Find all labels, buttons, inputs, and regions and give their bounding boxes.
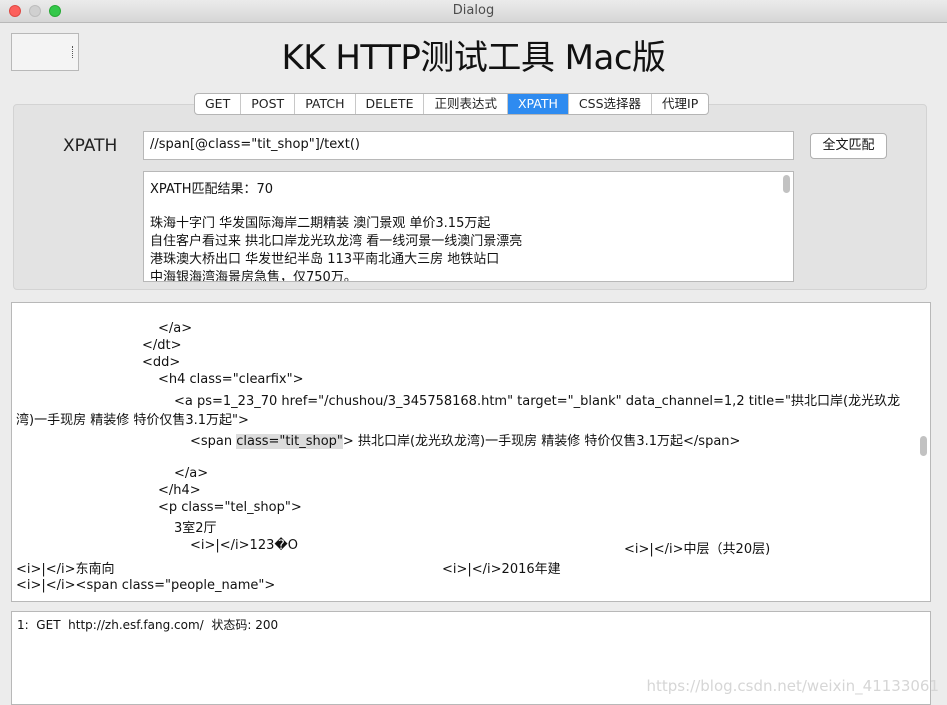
result-line: 珠海十字门 华发国际海岸二期精装 澳门景观 单价3.15万起 bbox=[150, 216, 491, 231]
code-line: <span class="tit_shop"> 拱北口岸(龙光玖龙湾)一手现房 … bbox=[190, 430, 740, 449]
xpath-label: XPATH bbox=[63, 136, 118, 156]
full-text-match-button[interactable]: 全文匹配 bbox=[810, 133, 887, 159]
code-line: <i>|</i>东南向 bbox=[16, 562, 115, 577]
tab-post[interactable]: POST bbox=[241, 94, 296, 114]
code-line: </h4> bbox=[158, 483, 201, 498]
code-line: <i>|</i>中层（共20层) bbox=[624, 542, 771, 557]
code-line: <i>|</i><span class="people_name"> bbox=[16, 578, 276, 593]
title-bar: Dialog bbox=[0, 0, 947, 23]
html-source-textarea[interactable]: </a> </dt> <dd> <h4 class="clearfix"> <a… bbox=[11, 302, 931, 602]
code-line: <i>|</i>123�O bbox=[190, 538, 298, 553]
code-line: <a ps=1_23_70 href="/chushou/3_345758168… bbox=[174, 394, 901, 409]
code-line: <h4 class="clearfix"> bbox=[158, 372, 304, 387]
code-line: </a> bbox=[174, 466, 209, 481]
code-line: 湾)一手现房 精装修 特价仅售3.1万起"> bbox=[16, 413, 249, 428]
highlighted-match: class="tit_shop" bbox=[236, 434, 343, 449]
tab-bar: GET POST PATCH DELETE 正则表达式 XPATH CSS选择器… bbox=[194, 93, 710, 115]
tab-delete[interactable]: DELETE bbox=[356, 94, 425, 114]
source-scrollbar[interactable] bbox=[920, 436, 927, 456]
result-line: 港珠澳大桥出口 华发世纪半岛 113平南北通大三房 地铁站口 bbox=[150, 252, 500, 267]
app-title: KK HTTP测试工具 Mac版 bbox=[281, 38, 666, 78]
tab-css-selector[interactable]: CSS选择器 bbox=[569, 94, 653, 114]
tab-xpath[interactable]: XPATH bbox=[507, 94, 569, 114]
code-line: <p class="tel_shop"> bbox=[158, 500, 302, 515]
code-line: </a> bbox=[158, 321, 193, 336]
window-title: Dialog bbox=[452, 3, 495, 18]
result-scrollbar[interactable] bbox=[783, 175, 790, 193]
xpath-result-textarea[interactable]: XPATH匹配结果：70 珠海十字门 华发国际海岸二期精装 澳门景观 单价3.1… bbox=[143, 171, 794, 282]
code-line: <i>|</i>2016年建 bbox=[442, 562, 561, 577]
watermark: https://blog.csdn.net/weixin_41133061 bbox=[646, 677, 939, 695]
tab-patch[interactable]: PATCH bbox=[295, 94, 356, 114]
code-fragment: <span bbox=[190, 434, 237, 449]
log-line: 1: GET http://zh.esf.fang.com/ 状态码: 200 bbox=[17, 618, 279, 632]
result-line: 自住客户看过来 拱北口岸龙光玖龙湾 看一线河景一线澳门景漂亮 bbox=[150, 234, 523, 249]
code-line: </dt> bbox=[142, 338, 182, 353]
tab-get[interactable]: GET bbox=[195, 94, 242, 114]
code-line: <dd> bbox=[142, 355, 181, 370]
result-line: XPATH匹配结果：70 bbox=[150, 182, 274, 197]
tab-regex[interactable]: 正则表达式 bbox=[424, 94, 508, 114]
xpath-input[interactable]: //span[@class="tit_shop"]/text() bbox=[143, 131, 794, 160]
result-line: 中海银海湾海景房急售，仅750万。 bbox=[150, 270, 357, 282]
code-line: 3室2厅 bbox=[174, 521, 217, 536]
code-fragment: > 拱北口岸(龙光玖龙湾)一手现房 精装修 特价仅售3.1万起</span> bbox=[342, 434, 741, 449]
tab-proxy-ip[interactable]: 代理IP bbox=[652, 94, 708, 114]
